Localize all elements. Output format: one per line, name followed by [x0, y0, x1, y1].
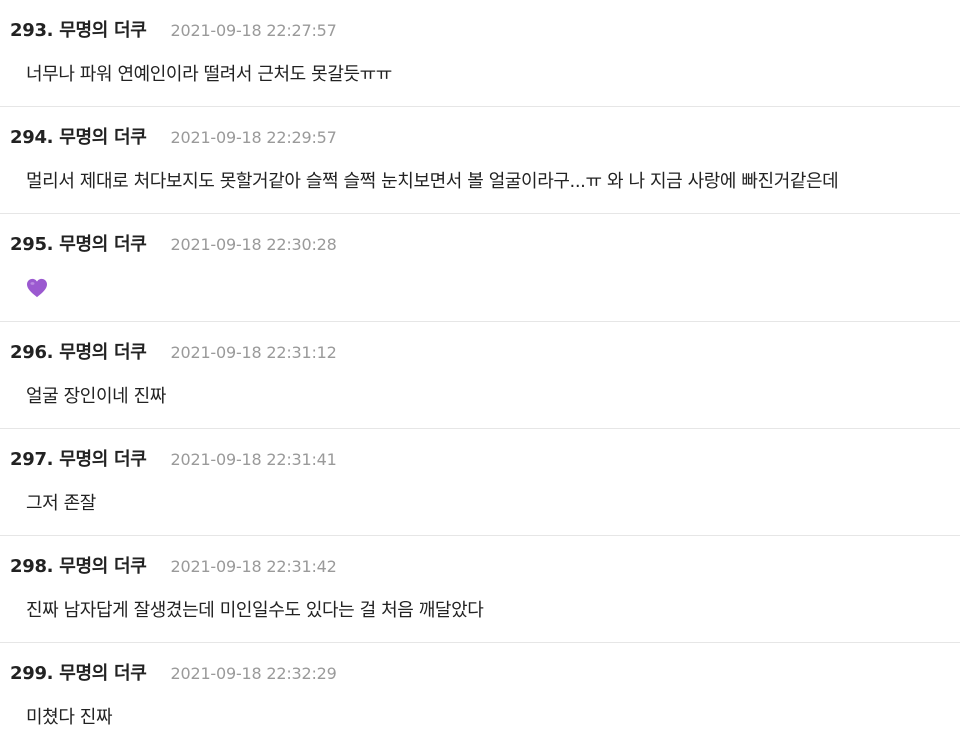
- comment-text: 진짜 남자답게 잘생겼는데 미인일수도 있다는 걸 처음 깨달았다: [26, 599, 484, 621]
- comment-header: 296. 무명의 더쿠 2021-09-18 22:31:12: [10, 338, 337, 364]
- comment-author[interactable]: 무명의 더쿠: [59, 123, 147, 149]
- comment-number: 294.: [10, 127, 54, 149]
- comment-timestamp: 2021-09-18 22:31:42: [170, 556, 337, 576]
- comment-text: [26, 278, 48, 303]
- comment-number: 299.: [10, 663, 54, 685]
- comment-thread: 293. 무명의 더쿠 2021-09-18 22:27:57 너무나 파워 연…: [0, 0, 960, 743]
- comment-item: 295. 무명의 더쿠 2021-09-18 22:30:28: [0, 214, 960, 322]
- comment-header: 293. 무명의 더쿠 2021-09-18 22:27:57: [10, 16, 337, 42]
- purple-heart-icon: [27, 279, 47, 298]
- comment-header: 297. 무명의 더쿠 2021-09-18 22:31:41: [10, 445, 337, 471]
- comment-text: 얼굴 장인이네 진짜: [26, 385, 166, 407]
- comment-number: 298.: [10, 555, 54, 577]
- comment-header: 298. 무명의 더쿠 2021-09-18 22:31:42: [10, 552, 337, 578]
- comment-text: 너무나 파워 연예인이라 떨려서 근처도 못갈듯ㅠㅠ: [26, 64, 392, 85]
- comment-number: 293.: [10, 20, 54, 41]
- comment-item: 299. 무명의 더쿠 2021-09-18 22:32:29 미쳤다 진짜: [0, 643, 960, 743]
- comment-timestamp: 2021-09-18 22:27:57: [170, 21, 337, 40]
- comment-header: 295. 무명의 더쿠 2021-09-18 22:30:28: [10, 230, 337, 256]
- comment-header: 294. 무명의 더쿠 2021-09-18 22:29:57: [10, 123, 337, 149]
- comment-header: 299. 무명의 더쿠 2021-09-18 22:32:29: [10, 659, 337, 685]
- comment-author[interactable]: 무명의 더쿠: [59, 338, 147, 364]
- comment-item: 296. 무명의 더쿠 2021-09-18 22:31:12 얼굴 장인이네 …: [0, 322, 960, 429]
- comment-author[interactable]: 무명의 더쿠: [59, 445, 147, 471]
- comment-item: 297. 무명의 더쿠 2021-09-18 22:31:41 그저 존잘: [0, 429, 960, 536]
- comment-text: 그저 존잘: [26, 492, 96, 514]
- comment-number: 296.: [10, 341, 54, 363]
- comment-author[interactable]: 무명의 더쿠: [59, 230, 147, 256]
- comment-timestamp: 2021-09-18 22:30:28: [170, 235, 337, 255]
- comment-timestamp: 2021-09-18 22:29:57: [170, 128, 337, 148]
- comment-timestamp: 2021-09-18 22:32:29: [170, 664, 337, 684]
- comment-author[interactable]: 무명의 더쿠: [59, 552, 147, 578]
- comment-number: 297.: [10, 448, 54, 470]
- comment-text: 멀리서 제대로 처다보지도 못할거같아 슬쩍 슬쩍 눈치보면서 볼 얼굴이라구.…: [26, 171, 839, 193]
- comment-item: 293. 무명의 더쿠 2021-09-18 22:27:57 너무나 파워 연…: [0, 0, 960, 108]
- comment-number: 295.: [10, 234, 54, 256]
- comment-text: 미쳤다 진짜: [26, 707, 113, 729]
- comment-item: 294. 무명의 더쿠 2021-09-18 22:29:57 멀리서 제대로 …: [0, 107, 960, 215]
- comment-author[interactable]: 무명의 더쿠: [59, 16, 147, 42]
- comment-author[interactable]: 무명의 더쿠: [59, 659, 147, 685]
- comment-item: 298. 무명의 더쿠 2021-09-18 22:31:42 진짜 남자답게 …: [0, 536, 960, 644]
- comment-timestamp: 2021-09-18 22:31:41: [170, 449, 337, 469]
- comment-timestamp: 2021-09-18 22:31:12: [170, 342, 337, 362]
